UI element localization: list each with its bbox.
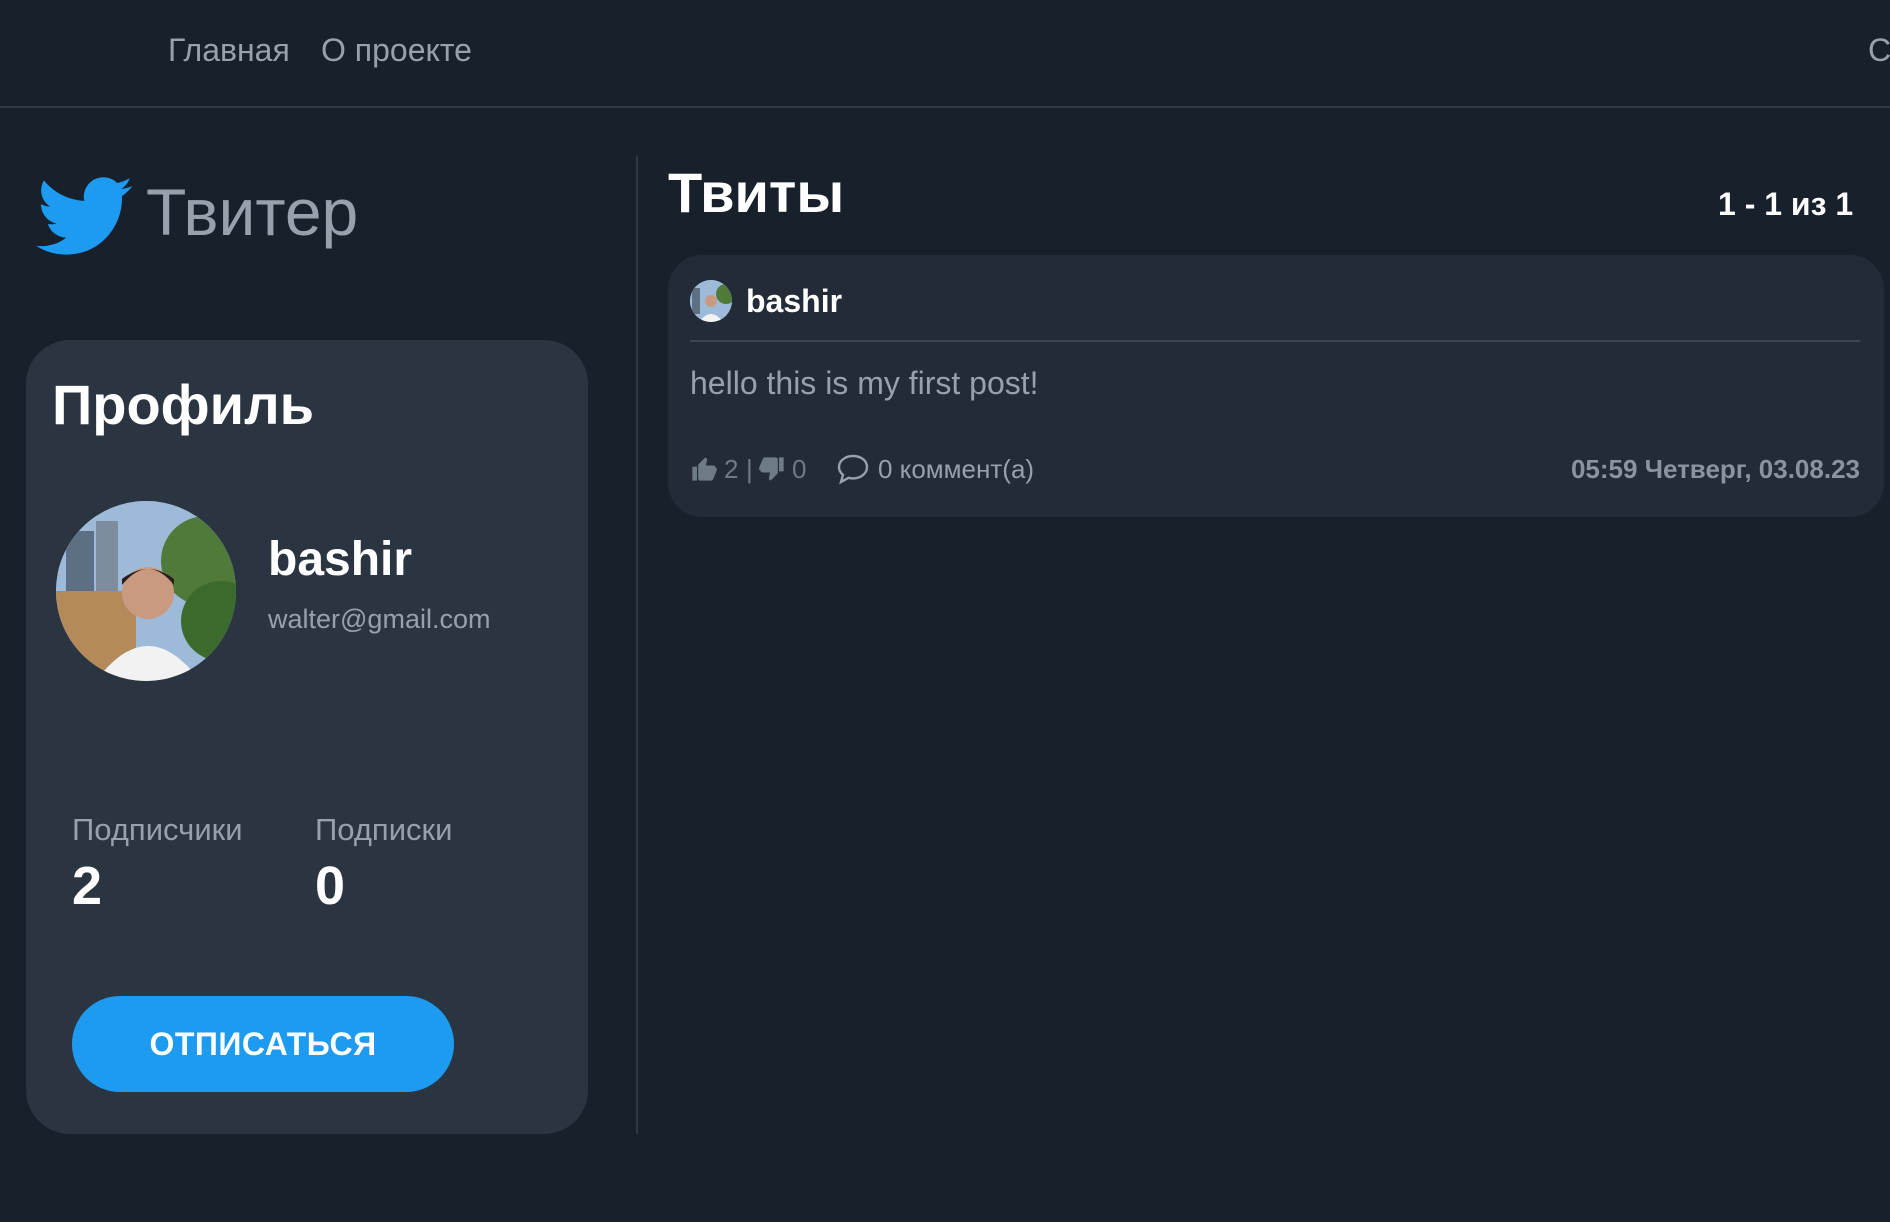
following-label[interactable]: Подписки (315, 810, 452, 850)
profile-username: bashir (268, 533, 413, 586)
tweet-divider (690, 340, 1860, 342)
comment-icon[interactable] (836, 453, 870, 485)
avatar-photo (56, 501, 236, 681)
bird-icon (36, 177, 133, 255)
page: Главная О проекте С Твитер Профиль bashi… (0, 0, 1890, 1222)
tweet-timestamp: 05:59 Четверг, 03.08.23 (1570, 454, 1860, 484)
column-divider (636, 156, 638, 1134)
nav-link-home[interactable]: Главная (168, 30, 290, 70)
thumbs-down-icon[interactable] (758, 455, 786, 483)
pagination-info: 1 - 1 из 1 (1718, 186, 1854, 222)
thumbs-up-icon[interactable] (690, 455, 718, 483)
following-count[interactable]: 0 (315, 854, 345, 918)
tweet-avatar-photo (690, 280, 732, 322)
profile-title: Профиль (52, 373, 315, 436)
followers-label[interactable]: Подписчики (72, 810, 243, 850)
nav-link-about[interactable]: О проекте (321, 30, 472, 70)
tweet-text: hello this is my first post! (690, 365, 1039, 401)
dislike-count: 0 (792, 454, 807, 484)
followers-count[interactable]: 2 (72, 854, 102, 918)
avatar (56, 501, 236, 681)
nav-link-right-truncated[interactable]: С (1868, 30, 1890, 70)
brand-title: Твитер (146, 175, 359, 249)
unfollow-button[interactable]: ОТПИСАТЬСЯ (72, 996, 454, 1092)
tweet-author[interactable]: bashir (746, 281, 842, 321)
reaction-separator: | (746, 454, 753, 484)
tweet-avatar[interactable] (690, 280, 732, 322)
comment-count[interactable]: 0 коммент(а) (878, 451, 1034, 487)
feed-title: Твиты (668, 161, 845, 224)
tweet-card: bashir hello this is my first post! 2 | … (668, 255, 1884, 517)
top-navbar: Главная О проекте С (0, 0, 1890, 108)
profile-email: walter@gmail.com (268, 604, 491, 634)
like-count: 2 (724, 454, 739, 484)
profile-card: Профиль bashir walter@gmail.com Подписчи… (26, 340, 588, 1134)
tweet-footer: 2 | 0 0 коммент(а) 05:59 Четверг, 03.08.… (690, 451, 1860, 487)
